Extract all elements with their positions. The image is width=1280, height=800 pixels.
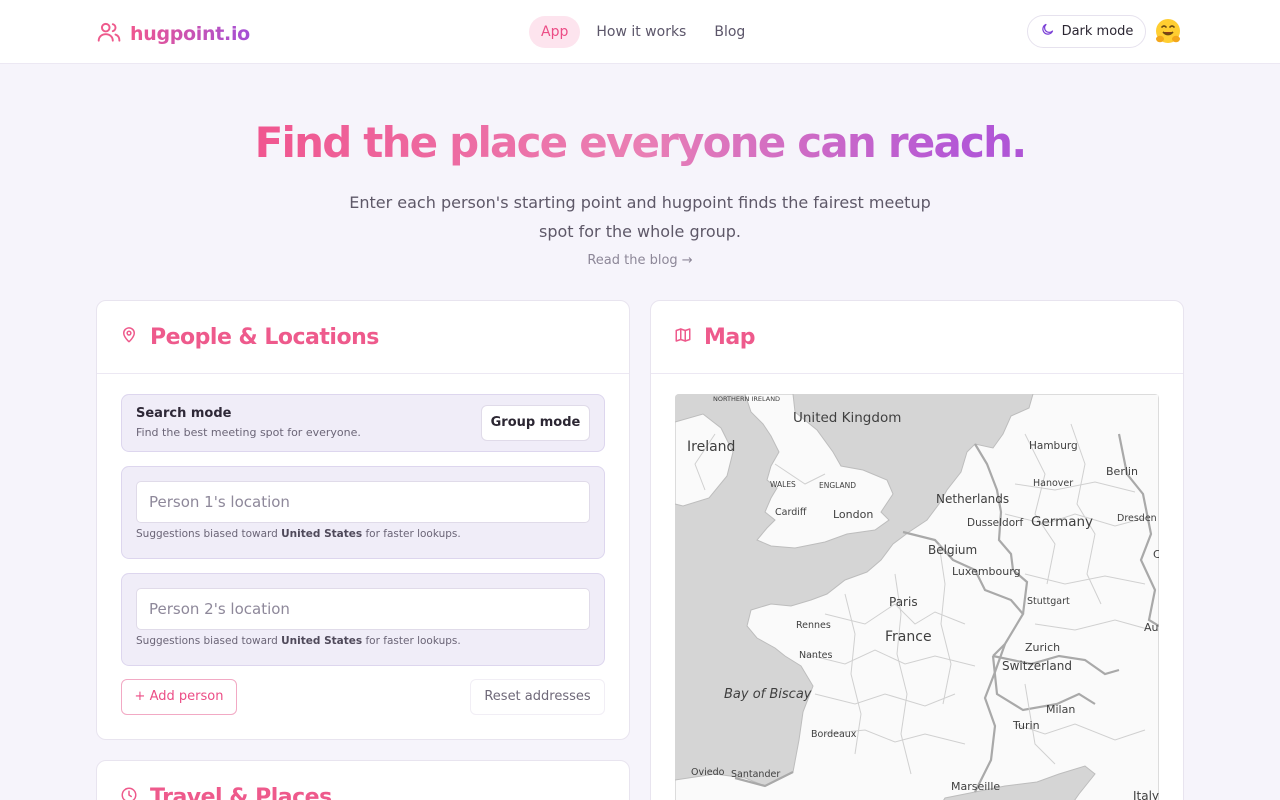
map-label: Bordeaux — [811, 729, 857, 740]
card-title: People & Locations — [150, 324, 379, 350]
map-label: Luxembourg — [952, 565, 1021, 578]
map-label: Italy — [1133, 789, 1159, 800]
map-label: Netherlands — [936, 492, 1009, 506]
search-mode-title: Search mode — [136, 406, 232, 421]
hero-subtitle: Enter each person's starting point and h… — [349, 193, 931, 241]
map-label: ENGLAND — [819, 481, 856, 490]
map-label: Berlin — [1106, 465, 1138, 478]
map-label: Ireland — [687, 439, 735, 455]
map-label: Bay of Biscay — [724, 687, 812, 702]
brand-logo[interactable]: hugpoint.io — [96, 19, 250, 49]
map-label: Nantes — [799, 650, 833, 661]
main-nav: App How it works Blog — [529, 16, 757, 48]
map-label: Paris — [889, 595, 918, 609]
users-icon — [96, 19, 122, 49]
travel-places-card: Travel & Places — [96, 760, 630, 800]
search-mode-panel: Search mode Find the best meeting spot f… — [121, 394, 605, 452]
moon-icon — [1040, 22, 1055, 41]
person-2-location-input[interactable] — [136, 588, 590, 630]
map-card: Map NORTHERN IRELAND United Kingdom Irel… — [650, 300, 1184, 800]
card-header: Map — [651, 301, 1183, 374]
add-person-button[interactable]: + Add person — [121, 679, 237, 715]
group-mode-button[interactable]: Group mode — [481, 405, 590, 441]
person-entry: Suggestions biased toward United States … — [121, 466, 605, 559]
map-label: C — [1153, 548, 1159, 561]
map-label: NORTHERN IRELAND — [713, 395, 780, 403]
map-label: Hanover — [1033, 478, 1073, 489]
nav-blog[interactable]: Blog — [702, 16, 757, 48]
map-label: Cardiff — [775, 507, 807, 518]
location-hint: Suggestions biased toward United States … — [136, 528, 461, 540]
person-1-location-input[interactable] — [136, 481, 590, 523]
card-title: Map — [704, 324, 756, 350]
map-label: United Kingdom — [793, 410, 901, 426]
map-label: Stuttgart — [1027, 596, 1070, 607]
map-label: Santander — [731, 769, 780, 780]
person-entry: Suggestions biased toward United States … — [121, 573, 605, 666]
map-label: Marseille — [951, 780, 1000, 793]
nav-how-it-works[interactable]: How it works — [584, 16, 698, 48]
dark-mode-label: Dark mode — [1061, 24, 1134, 39]
map-label: Dresden — [1117, 513, 1157, 524]
people-locations-card: People & Locations Search mode Find the … — [96, 300, 630, 740]
read-blog-link[interactable]: Read the blog → — [0, 253, 1280, 268]
map-icon — [674, 326, 692, 348]
card-header: People & Locations — [97, 301, 629, 374]
dark-mode-button[interactable]: Dark mode — [1027, 15, 1146, 48]
map-label: WALES — [770, 480, 796, 489]
map-label: Oviedo — [691, 767, 725, 778]
map-view[interactable]: NORTHERN IRELAND United Kingdom Ireland … — [675, 394, 1159, 800]
top-navbar: hugpoint.io App How it works Blog Dark m… — [0, 0, 1280, 64]
map-label: London — [833, 508, 873, 521]
map-label: Zurich — [1025, 641, 1060, 654]
card-header: Travel & Places — [97, 761, 629, 800]
card-title: Travel & Places — [150, 784, 332, 800]
map-label: Switzerland — [1002, 659, 1072, 673]
map-label: Milan — [1046, 703, 1075, 716]
brand-name: hugpoint.io — [130, 23, 250, 45]
map-label: Belgium — [928, 543, 977, 557]
map-label: Au — [1144, 621, 1159, 634]
nav-app[interactable]: App — [529, 16, 581, 48]
map-label: France — [885, 629, 932, 645]
map-pin-icon — [120, 326, 138, 348]
hugging-face-emoji-icon[interactable] — [1153, 17, 1183, 47]
location-hint: Suggestions biased toward United States … — [136, 635, 461, 647]
map-label: Rennes — [796, 620, 831, 631]
clock-icon — [120, 786, 138, 800]
map-label: Dusseldorf — [967, 517, 1023, 529]
map-label: Hamburg — [1029, 440, 1078, 452]
hero-title: Find the place everyone can reach. — [0, 118, 1280, 167]
reset-addresses-button[interactable]: Reset addresses — [470, 679, 605, 715]
map-label: Turin — [1012, 719, 1040, 732]
search-mode-description: Find the best meeting spot for everyone. — [136, 426, 361, 439]
map-label: Germany — [1031, 514, 1093, 530]
